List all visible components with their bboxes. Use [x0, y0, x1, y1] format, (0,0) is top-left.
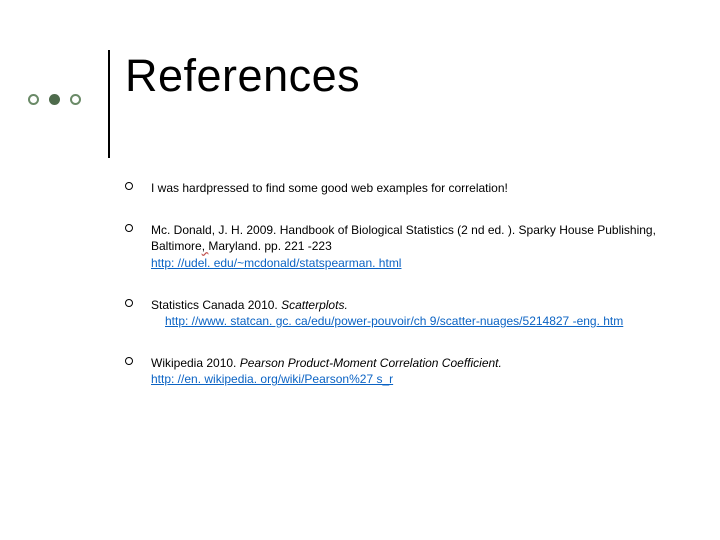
ref-text: Wikipedia 2010. Pearson Product-Moment C… — [151, 355, 685, 387]
bullet-icon — [125, 299, 133, 307]
body: I was hardpressed to find some good web … — [125, 180, 685, 414]
ref-text: Statistics Canada 2010. Scatterplots. ht… — [151, 297, 685, 329]
ref-link[interactable]: http: //udel. edu/~mcdonald/statspearman… — [151, 256, 401, 270]
slide: References I was hardpressed to find som… — [0, 0, 720, 540]
ref-title-italic: Pearson Product-Moment Correlation Coeff… — [240, 356, 502, 370]
slide-title: References — [125, 50, 360, 102]
list-item: Statistics Canada 2010. Scatterplots. ht… — [125, 297, 685, 329]
list-item: Wikipedia 2010. Pearson Product-Moment C… — [125, 355, 685, 387]
ref-prefix: Wikipedia 2010. — [151, 356, 240, 370]
vertical-divider — [108, 50, 110, 158]
dot-icon — [28, 94, 39, 105]
ref-link[interactable]: http: //www. statcan. gc. ca/edu/power-p… — [165, 314, 623, 328]
ref-text: Mc. Donald, J. H. 2009. Handbook of Biol… — [151, 222, 685, 271]
ref-suffix: Maryland. pp. 221 -223 — [208, 239, 331, 253]
decorative-dots — [28, 94, 81, 105]
ref-title-italic: Scatterplots. — [281, 298, 348, 312]
bullet-icon — [125, 357, 133, 365]
list-item: I was hardpressed to find some good web … — [125, 180, 685, 196]
bullet-icon — [125, 182, 133, 190]
dot-icon — [70, 94, 81, 105]
ref-link[interactable]: http: //en. wikipedia. org/wiki/Pearson%… — [151, 372, 393, 386]
dot-icon — [49, 94, 60, 105]
bullet-icon — [125, 224, 133, 232]
ref-prefix: Statistics Canada 2010. — [151, 298, 281, 312]
ref-text: I was hardpressed to find some good web … — [151, 180, 685, 196]
list-item: Mc. Donald, J. H. 2009. Handbook of Biol… — [125, 222, 685, 271]
